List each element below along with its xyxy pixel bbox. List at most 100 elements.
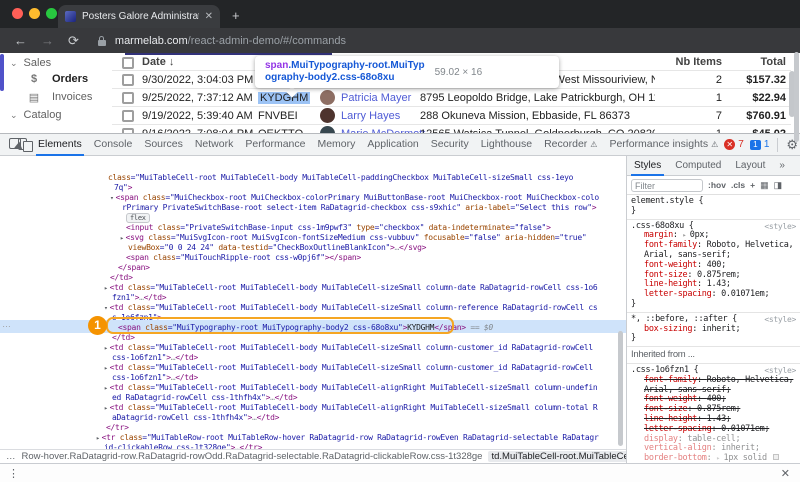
css-property[interactable]: letter-spacing: 0.01071em; bbox=[631, 289, 796, 300]
dom-tree-node[interactable]: ed RaDatagrid-rowCell css-1thfh4x">…</td… bbox=[112, 393, 298, 403]
css-property[interactable]: box-sizing: inherit; bbox=[631, 324, 796, 335]
devtools-tab-network[interactable]: Network bbox=[189, 134, 240, 156]
row-checkbox[interactable] bbox=[122, 92, 134, 104]
order-nb-items: 7 bbox=[715, 110, 722, 122]
browser-tab[interactable]: Posters Galore Administration ✕ bbox=[58, 5, 220, 28]
col-header-date[interactable]: Date ↓ bbox=[142, 56, 174, 68]
devtools-tab-sources[interactable]: Sources bbox=[138, 134, 189, 156]
table-row[interactable]: 9/16/2022, 7:08:04 PMQEKTTQMarie McDermo… bbox=[0, 125, 800, 133]
avatar bbox=[320, 90, 335, 105]
table-row[interactable]: 9/25/2022, 7:37:12 AM KYDGHM Patricia Maye… bbox=[0, 89, 800, 107]
devtools-tab-elements[interactable]: Elements bbox=[32, 134, 88, 156]
styles-filter-input[interactable]: Filter bbox=[631, 178, 703, 192]
styles-tab-layout[interactable]: Layout bbox=[728, 156, 772, 176]
dom-tree-node[interactable]: ▾ <td class="MuiTableCell-root MuiTableCe… bbox=[104, 303, 598, 313]
back-icon[interactable]: ← bbox=[14, 33, 27, 48]
styles-tab-[interactable]: » bbox=[772, 156, 792, 176]
dom-tree-node[interactable]: rPrimary PrivateSwitchBase-root select-i… bbox=[122, 203, 597, 213]
devtools-tab-performance-insights[interactable]: Performance insights ⚠ bbox=[603, 134, 724, 156]
styles-scrollbar[interactable] bbox=[794, 52, 799, 142]
customer-link[interactable]: Patricia Mayer bbox=[341, 92, 411, 104]
order-reference: FNVBEI bbox=[258, 110, 298, 122]
devtools-tab-console[interactable]: Console bbox=[88, 134, 139, 156]
computed-sidebar-icon[interactable]: ◨ bbox=[774, 180, 783, 191]
dom-tree-node[interactable]: viewBox="0 0 24 24" data-testid="CheckBo… bbox=[128, 243, 426, 253]
col-header-nb-items[interactable]: Nb Items bbox=[660, 56, 722, 68]
new-tab-icon[interactable]: + bbox=[232, 8, 240, 23]
class-toggle[interactable]: .cls bbox=[731, 180, 745, 190]
dom-tree-node[interactable]: flex bbox=[126, 213, 150, 223]
dom-tree-node[interactable]: ▸ <td class="MuiTableCell-root MuiTableCe… bbox=[104, 363, 593, 373]
dom-tree-node[interactable]: 7q"> bbox=[114, 183, 132, 193]
dom-tree-node[interactable]: ▸ <td class="MuiTableCell-root MuiTableCe… bbox=[104, 403, 598, 413]
dom-tree-scrollbar[interactable] bbox=[618, 331, 623, 446]
dom-tree-node[interactable]: fzn1">…</td> bbox=[112, 293, 167, 303]
stylesheet-link[interactable]: <style> bbox=[764, 222, 796, 232]
page-content: ⌄Sales$Orders▤Invoices⌄Catalog Date ↓ Re… bbox=[0, 53, 800, 133]
dom-tree-node[interactable]: ▸ <td class="MuiTableCell-root MuiTableCe… bbox=[104, 283, 598, 293]
dom-tree-node[interactable]: ▾ <span class="MuiCheckbox-root MuiCheckb… bbox=[110, 193, 599, 203]
grid-icon[interactable]: ▦ bbox=[760, 180, 769, 191]
forward-icon[interactable]: → bbox=[41, 33, 54, 48]
col-header-total[interactable]: Total bbox=[716, 56, 786, 68]
screen: Posters Galore Administration ✕ + ← → ⟳ … bbox=[0, 0, 800, 482]
dom-tree-node[interactable]: <input class="PrivateSwitchBase-input cs… bbox=[126, 223, 551, 233]
traffic-light-minimize-icon[interactable] bbox=[29, 8, 40, 19]
lock-icon[interactable] bbox=[97, 35, 107, 46]
sidebar-item-sales[interactable]: ⌄ Sales bbox=[0, 55, 110, 71]
css-property[interactable]: border-bottom: ▸ 1px solid rgb(224, 224,… bbox=[631, 453, 796, 463]
drawer-menu-icon[interactable]: ⋮ bbox=[8, 467, 19, 480]
url-bar[interactable]: marmelab.com/react-admin-demo/#/commands bbox=[115, 35, 346, 47]
dom-tree-node[interactable]: ▸ <svg class="MuiSvgIcon-root MuiSvgIcon-… bbox=[120, 233, 587, 243]
devtools-tab-lighthouse[interactable]: Lighthouse bbox=[475, 134, 538, 156]
row-checkbox[interactable] bbox=[122, 74, 134, 86]
dom-tree-node[interactable]: </tr> bbox=[106, 423, 129, 433]
breadcrumb-item[interactable]: … bbox=[6, 451, 16, 462]
error-count: 7 bbox=[738, 139, 744, 150]
styles-tab-styles[interactable]: Styles bbox=[627, 156, 668, 176]
dom-tree-node[interactable]: aDatagrid-rowCell css-1thfh4x">…</td> bbox=[112, 413, 279, 423]
dom-tree-node[interactable]: </span> bbox=[118, 263, 150, 273]
close-drawer-icon[interactable]: ✕ bbox=[781, 467, 790, 480]
dom-tree-node[interactable]: css-1o6fzn1">…</td> bbox=[112, 353, 198, 363]
select-all-checkbox[interactable] bbox=[122, 57, 134, 69]
dom-tree-node[interactable]: </td> bbox=[110, 273, 133, 283]
dom-tree-node[interactable]: ▸ <td class="MuiTableCell-root MuiTableCe… bbox=[104, 343, 593, 353]
customer-link[interactable]: Larry Hayes bbox=[341, 110, 400, 122]
devtools-tab-memory[interactable]: Memory bbox=[311, 134, 361, 156]
devtools-tab-security[interactable]: Security bbox=[425, 134, 475, 156]
dom-tree-node[interactable]: <span class="MuiTouchRipple-root css-w0p… bbox=[126, 253, 361, 263]
dom-tree-node[interactable]: ▸ <tr class="MuiTableRow-root MuiTableRow… bbox=[96, 433, 599, 443]
order-address: 8795 Leopoldo Bridge, Lake Patrickburgh,… bbox=[420, 92, 655, 104]
list-top-indicator bbox=[125, 53, 332, 55]
dom-tree-node[interactable]: css-1o6fzn1">…</td> bbox=[112, 373, 198, 383]
new-rule-button[interactable]: + bbox=[750, 180, 755, 190]
traffic-light-zoom-icon[interactable] bbox=[46, 8, 57, 19]
chevron-down-icon: ⌄ bbox=[10, 57, 18, 68]
devtools-tab-application[interactable]: Application bbox=[361, 134, 424, 156]
breadcrumb: … Row-hover.RaDatagrid-row.RaDatagrid-row… bbox=[0, 449, 626, 463]
dom-tree-node[interactable]: class="MuiTableCell-root MuiTableCell-bo… bbox=[108, 173, 574, 183]
dom-tree-node[interactable]: </td> bbox=[112, 333, 135, 343]
traffic-light-close-icon[interactable] bbox=[12, 8, 23, 19]
styles-tab-computed[interactable]: Computed bbox=[668, 156, 728, 176]
error-badge-icon[interactable]: ✕ bbox=[724, 139, 736, 150]
table-row[interactable]: 9/19/2022, 5:39:40 AM FNVBEI Larry Hayes 28… bbox=[0, 107, 800, 125]
row-checkbox[interactable] bbox=[122, 110, 134, 122]
message-badge-icon[interactable]: 1 bbox=[749, 139, 761, 150]
breadcrumb-item[interactable]: Row-hover.RaDatagrid-row.RaDatagrid-rowO… bbox=[22, 451, 483, 462]
reload-icon[interactable]: ⟳ bbox=[68, 33, 79, 49]
gutter-dots[interactable]: … bbox=[2, 319, 11, 329]
tab-close-icon[interactable]: ✕ bbox=[205, 11, 213, 22]
stylesheet-link[interactable]: <style> bbox=[764, 315, 796, 325]
css-property[interactable]: font-family: Roboto, Helvetica, Arial, s… bbox=[631, 375, 796, 396]
hover-state-toggle[interactable]: :hov bbox=[708, 180, 726, 190]
order-total: $760.91 bbox=[746, 110, 786, 122]
tab-title: Posters Galore Administration bbox=[82, 11, 199, 22]
css-property[interactable]: font-family: Roboto, Helvetica, Arial, s… bbox=[631, 240, 796, 261]
dom-tree-node[interactable]: ▸ <td class="MuiTableCell-root MuiTableCe… bbox=[104, 383, 598, 393]
devtools-tab-recorder[interactable]: Recorder ⚠ bbox=[538, 134, 603, 156]
css-selector[interactable]: element.style { bbox=[631, 196, 796, 207]
devtools-tab-performance[interactable]: Performance bbox=[239, 134, 311, 156]
breadcrumb-item[interactable]: td.MuiTableCell-root.MuiTableCell-body.M… bbox=[488, 451, 626, 462]
